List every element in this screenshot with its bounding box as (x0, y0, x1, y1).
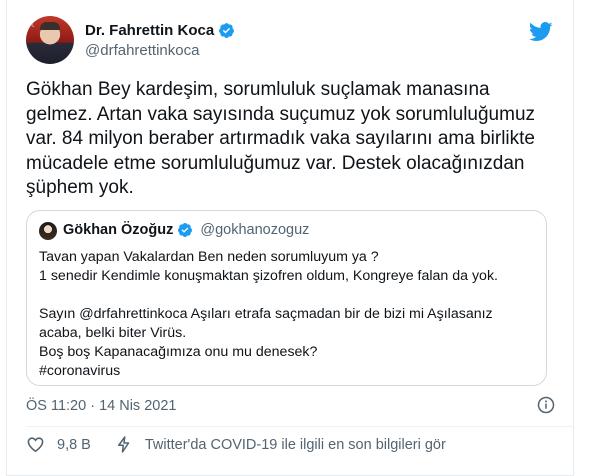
tweet-card: ☾ Dr. Fahrettin Koca @drfahrettinkoca Gö… (6, 0, 574, 476)
author-name-row: Dr. Fahrettin Koca (85, 22, 235, 39)
author-handle[interactable]: @drfahrettinkoca (85, 42, 199, 59)
tweet-text: Gökhan Bey kardeşim, sorumluluk suçlamak… (26, 79, 536, 198)
quoted-header: Gökhan Özoğuz @gokhanozoguz (63, 222, 309, 238)
verified-badge-icon (178, 223, 193, 237)
twitter-bird-icon[interactable] (529, 22, 553, 42)
heart-icon[interactable] (26, 435, 45, 454)
quoted-line: Boş boş Kapanacağımıza onu mu denesek? (39, 344, 318, 360)
quoted-line: Tavan yapan Vakalardan Ben neden sorumlu… (39, 249, 379, 265)
tweet-timestamp[interactable]: ÖS 11:20 · 14 Nis 2021 (26, 398, 176, 414)
info-icon[interactable] (537, 396, 555, 414)
quoted-text: Tavan yapan Vakalardan Ben neden sorumlu… (39, 248, 539, 381)
quoted-author-handle: @gokhanozoguz (200, 222, 310, 238)
quoted-line: Sayın @drfahrettinkoca Aşıları etrafa sa… (39, 306, 493, 322)
quoted-line: #coronavirus (39, 363, 121, 379)
verified-badge-icon (219, 23, 235, 38)
quoted-line (39, 286, 539, 305)
tweet-actions: 9,8 B Twitter'da COVID-19 ile ilgili en … (26, 435, 446, 454)
like-count[interactable]: 9,8 B (57, 437, 91, 453)
covid-info-link[interactable]: Twitter'da COVID-19 ile ilgili en son bi… (145, 437, 446, 453)
quoted-line: 1 senedir Kendimle konuşmaktan şizofren … (39, 268, 498, 284)
quoted-author-name: Gökhan Özoğuz (63, 222, 174, 238)
divider (26, 426, 573, 427)
quoted-line: acaba, belki biter Virüs. (39, 325, 187, 341)
quoted-author-avatar (39, 222, 57, 240)
author-avatar[interactable]: ☾ (26, 16, 74, 64)
quoted-tweet[interactable]: Gökhan Özoğuz @gokhanozoguz Tavan yapan … (26, 210, 547, 386)
author-name[interactable]: Dr. Fahrettin Koca (85, 22, 214, 39)
lightning-bolt-icon (117, 436, 130, 453)
